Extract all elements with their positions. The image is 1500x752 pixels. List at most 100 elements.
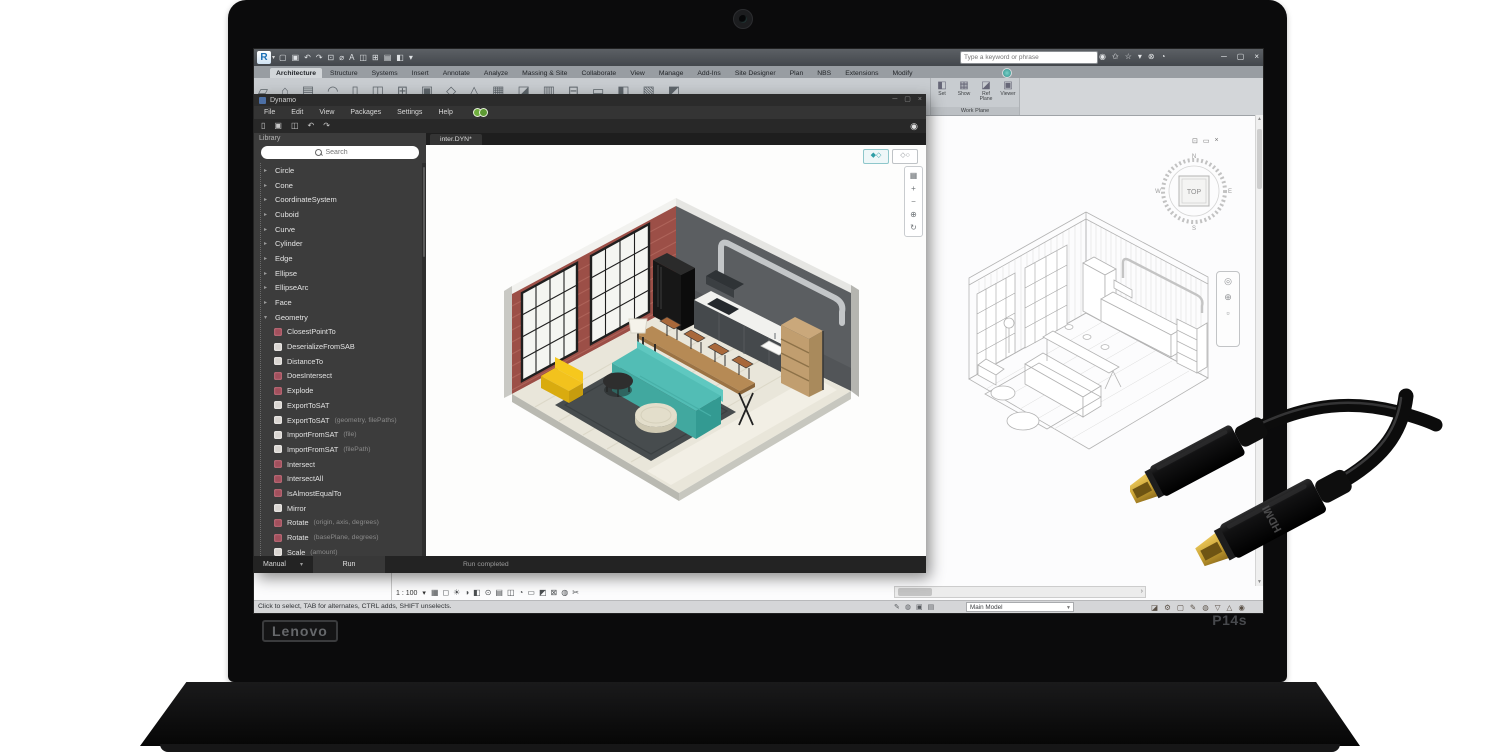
run-mode-select[interactable]: Manual xyxy=(263,561,286,568)
view-control-icon[interactable]: ⊙ xyxy=(485,588,492,598)
expand-arrow-icon[interactable]: ▸ xyxy=(264,284,270,291)
infocenter-icon[interactable]: ☆ xyxy=(1125,52,1132,62)
qat-icon[interactable]: ↷ xyxy=(316,54,323,62)
navigation-tool-icon[interactable]: ◎ xyxy=(1224,277,1232,286)
selection-filter-icon[interactable]: △ xyxy=(1227,603,1233,612)
selection-filter-icon[interactable]: ▢ xyxy=(1177,603,1184,612)
work-plane-button[interactable]: ▣ Viewer xyxy=(998,80,1018,97)
expand-arrow-icon[interactable]: ▸ xyxy=(264,226,270,233)
workspace-tab[interactable]: inter.DYN* xyxy=(430,134,482,145)
expand-arrow-icon[interactable]: ▸ xyxy=(264,240,270,247)
viewport-control-icon[interactable]: ⊡ xyxy=(1192,137,1198,145)
run-mode-caret-icon[interactable]: ▾ xyxy=(300,561,303,568)
library-node[interactable]: IsAlmostEqualTo xyxy=(254,486,422,501)
viewcube[interactable]: TOP N E S W xyxy=(1152,149,1236,233)
library-category[interactable]: ▸ CoordinateSystem xyxy=(254,192,422,207)
ribbon-tab[interactable]: Modify xyxy=(886,68,918,78)
library-category[interactable]: ▸ Edge xyxy=(254,251,422,266)
ribbon-tab[interactable]: Insert xyxy=(406,68,435,78)
menu-item[interactable]: File xyxy=(264,109,275,116)
qat-icon[interactable]: ▤ xyxy=(384,54,392,62)
ribbon-tab[interactable]: Site Designer xyxy=(729,68,782,78)
library-category[interactable]: ▸ Cylinder xyxy=(254,236,422,251)
expand-arrow-icon[interactable]: ▸ xyxy=(264,255,270,262)
library-node[interactable]: DoesIntersect xyxy=(254,369,422,384)
qat-icon[interactable]: A xyxy=(349,54,354,62)
menu-item[interactable]: Edit xyxy=(291,109,303,116)
dynamo-toolbar-icon[interactable]: ◫ xyxy=(291,121,299,131)
qat-icon[interactable]: ⊞ xyxy=(372,54,379,62)
view-control-icon[interactable]: ◻ xyxy=(443,588,450,598)
viewport-horizontal-scrollbar[interactable]: › xyxy=(894,586,1146,598)
status-tool-icon[interactable]: ▤ xyxy=(928,603,935,611)
infocenter-icon[interactable]: ◔ xyxy=(1161,52,1166,62)
ribbon-tab[interactable]: Collaborate xyxy=(575,68,622,78)
search-input[interactable] xyxy=(960,51,1098,64)
work-plane-button[interactable]: ▦ Show xyxy=(954,80,974,97)
view-control-icon[interactable]: ◍ xyxy=(561,588,568,598)
status-tool-icon[interactable]: ✎ xyxy=(894,603,900,611)
library-category[interactable]: ▸ Cuboid xyxy=(254,207,422,222)
library-node[interactable]: DistanceTo xyxy=(254,354,422,369)
dynamo-toolbar-icon[interactable]: ↶ xyxy=(308,121,315,131)
infocenter-icon[interactable]: ▾ xyxy=(1138,52,1142,62)
menu-item[interactable]: Packages xyxy=(350,109,381,116)
ribbon-tab[interactable]: Analyze xyxy=(478,68,514,78)
ribbon-tab[interactable]: Systems xyxy=(366,68,404,78)
view-control-icon[interactable]: ✂ xyxy=(572,588,579,598)
library-search-box[interactable] xyxy=(261,146,419,159)
ribbon-tab[interactable]: NBS xyxy=(811,68,837,78)
expand-arrow-icon[interactable]: ▸ xyxy=(264,196,270,203)
qat-icon[interactable]: ▾ xyxy=(409,54,413,62)
work-plane-button[interactable]: ◪ Ref Plane xyxy=(976,80,996,102)
canvas-nav-icon[interactable]: ↻ xyxy=(910,223,917,232)
infocenter-icon[interactable]: ⊗ xyxy=(1148,52,1155,62)
navigation-tool-icon[interactable]: ▫ xyxy=(1226,309,1229,318)
view-toggle-button[interactable]: ◆◇ xyxy=(863,149,889,164)
dynamo-window-control[interactable]: × xyxy=(918,95,922,105)
dynamo-toolbar-icon[interactable]: ▯ xyxy=(261,121,265,131)
expand-arrow-icon[interactable]: ▸ xyxy=(264,167,270,174)
dynamo-canvas[interactable]: ◆◇◇○ /* first toggle gets active class a… xyxy=(426,145,926,556)
expand-arrow-icon[interactable]: ▸ xyxy=(264,270,270,277)
canvas-nav-icon[interactable]: − xyxy=(911,197,916,206)
scroll-up-icon[interactable]: ▲ xyxy=(1256,116,1263,122)
dynamo-title-bar[interactable]: Dynamo xyxy=(254,94,926,106)
selection-filter-icon[interactable]: ◪ xyxy=(1151,603,1158,612)
library-node[interactable]: Scale (amount) xyxy=(254,545,422,556)
canvas-nav-icon[interactable]: + xyxy=(911,184,916,193)
library-node[interactable]: ImportFromSAT (file) xyxy=(254,427,422,442)
viewport-control-icon[interactable]: ▭ xyxy=(1203,137,1210,145)
ribbon-tab[interactable]: Massing & Site xyxy=(516,68,573,78)
infocenter-icon[interactable]: ◉ xyxy=(1099,52,1106,62)
view-control-icon[interactable]: ◫ xyxy=(507,588,515,598)
library-node[interactable]: Intersect xyxy=(254,457,422,472)
selection-filter-icon[interactable]: ✎ xyxy=(1190,603,1196,612)
library-category[interactable]: ▾ Geometry xyxy=(254,310,422,325)
qat-icon[interactable]: ◫ xyxy=(359,54,367,62)
ribbon-tab[interactable]: Structure xyxy=(324,68,364,78)
status-tool-icon[interactable]: ▣ xyxy=(916,603,923,611)
library-node[interactable]: ExportToSAT xyxy=(254,398,422,413)
run-button[interactable]: Run xyxy=(313,556,385,573)
ribbon-tab[interactable]: Extensions xyxy=(839,68,884,78)
expand-arrow-icon[interactable]: ▸ xyxy=(264,211,270,218)
qat-icon[interactable]: ⌀ xyxy=(339,54,344,62)
menu-item[interactable]: Help xyxy=(438,109,452,116)
library-category[interactable]: ▸ Ellipse xyxy=(254,266,422,281)
ribbon-tab[interactable]: Manage xyxy=(653,68,690,78)
window-control-button[interactable]: ─ xyxy=(1221,51,1227,63)
view-control-icon[interactable]: ◔ xyxy=(519,588,524,598)
dynamo-window-control[interactable]: ▢ xyxy=(904,95,911,105)
view-control-icon[interactable]: ☀ xyxy=(453,588,460,598)
view-control-icon[interactable]: ◑ xyxy=(464,588,469,598)
library-node[interactable]: DeserializeFromSAB xyxy=(254,339,422,354)
camera-export-icon[interactable]: ◉ xyxy=(910,121,918,132)
view-scale[interactable]: 1 : 100 xyxy=(396,590,417,597)
design-option-select[interactable]: Main Model ▼ xyxy=(966,602,1074,612)
window-control-button[interactable]: ▢ xyxy=(1237,51,1245,63)
library-node[interactable]: Mirror xyxy=(254,501,422,516)
library-node[interactable]: Rotate (origin, axis, degrees) xyxy=(254,516,422,531)
library-category[interactable]: ▸ EllipseArc xyxy=(254,281,422,296)
expand-arrow-icon[interactable]: ▸ xyxy=(264,299,270,306)
